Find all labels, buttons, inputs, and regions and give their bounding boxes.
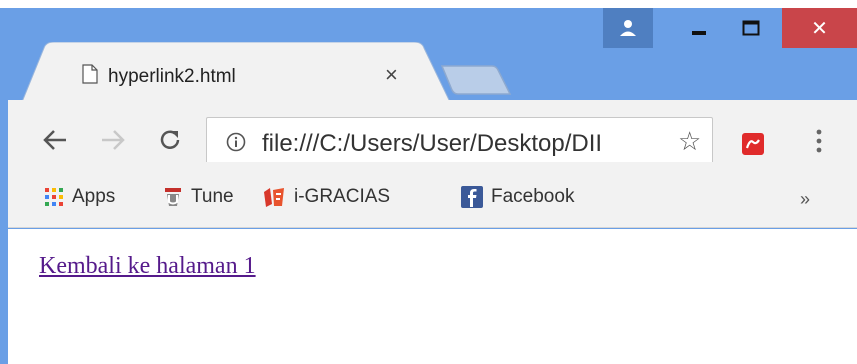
document-icon xyxy=(82,64,98,89)
forward-button[interactable] xyxy=(100,128,126,152)
bookmark-apps[interactable]: Apps xyxy=(44,186,115,208)
tab-close-button[interactable]: × xyxy=(385,62,398,88)
minimize-button[interactable] xyxy=(676,8,722,48)
apps-grid-icon xyxy=(45,188,63,206)
more-bookmarks-button[interactable]: » xyxy=(800,189,810,210)
profile-button[interactable] xyxy=(603,8,653,48)
close-window-button[interactable]: ✕ xyxy=(782,8,857,48)
back-to-page-1-link[interactable]: Kembali ke halaman 1 xyxy=(39,253,256,280)
tune-icon xyxy=(165,188,181,206)
bookmark-star-icon[interactable]: ☆ xyxy=(678,126,701,157)
arrow-right-icon xyxy=(102,130,125,150)
bookmark-label: Apps xyxy=(72,186,116,207)
person-icon xyxy=(620,20,636,36)
new-tab-button[interactable] xyxy=(440,62,512,103)
facebook-icon xyxy=(461,186,483,208)
tab-title: hyperlink2.html xyxy=(108,66,236,87)
bookmark-label: i-GRACIAS xyxy=(294,186,391,207)
bookmarks-bar xyxy=(8,162,857,228)
url-text[interactable]: file:///C:/Users/User/Desktop/DII xyxy=(262,130,602,158)
back-button[interactable] xyxy=(42,128,68,152)
close-icon: ✕ xyxy=(811,16,828,40)
reload-icon xyxy=(160,130,180,149)
bookmark-label: Tune xyxy=(191,186,234,207)
menu-kebab-icon[interactable] xyxy=(814,128,824,159)
info-icon[interactable] xyxy=(226,132,246,157)
page-content xyxy=(8,229,857,364)
bookmark-tune[interactable]: Tune xyxy=(163,186,234,208)
extension-icon[interactable] xyxy=(742,133,764,160)
maximize-button[interactable] xyxy=(728,8,774,48)
arrow-left-icon xyxy=(43,130,66,150)
minimize-icon xyxy=(692,31,706,35)
bookmark-facebook[interactable]: Facebook xyxy=(461,186,574,208)
maximize-icon xyxy=(742,20,760,36)
igracias-icon xyxy=(264,188,284,207)
reload-button[interactable] xyxy=(158,128,182,152)
bookmark-igracias[interactable]: i-GRACIAS xyxy=(262,186,390,208)
bookmark-label: Facebook xyxy=(491,186,575,207)
